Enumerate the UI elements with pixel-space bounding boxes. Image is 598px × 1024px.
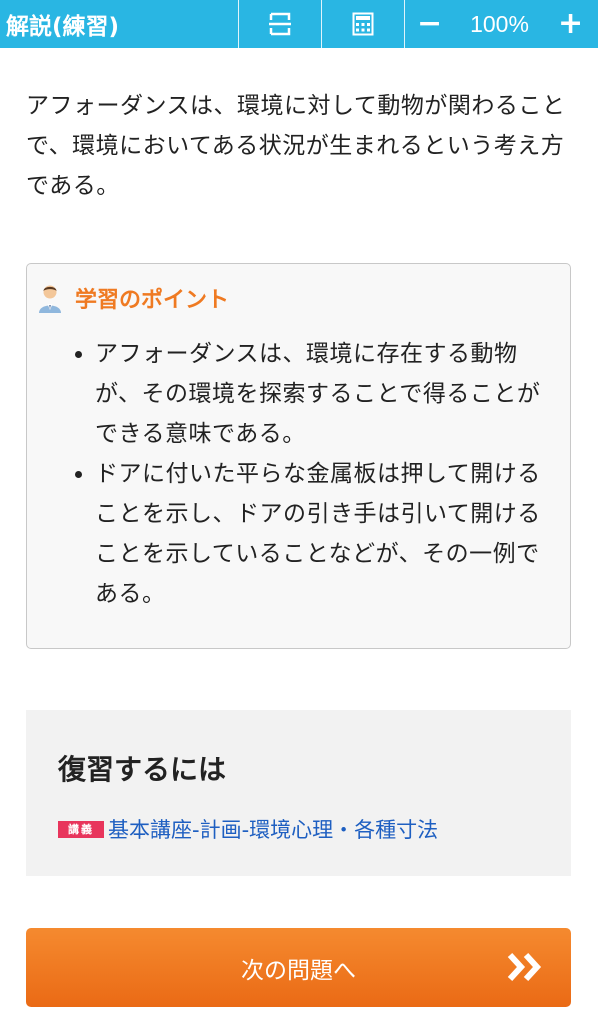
zoom-out-button[interactable]: − xyxy=(417,9,442,39)
zoom-in-button[interactable]: + xyxy=(558,9,583,39)
lecture-badge: 講義 xyxy=(58,820,104,838)
review-section: 復習するには 講義 基本講座-計画-環境心理・各種寸法 xyxy=(26,710,571,876)
next-question-label: 次の問題へ xyxy=(241,957,356,984)
layout-toggle-button[interactable] xyxy=(238,0,321,48)
review-link-row: 講義 基本講座-計画-環境心理・各種寸法 xyxy=(58,814,438,844)
lecture-link[interactable]: 基本講座-計画-環境心理・各種寸法 xyxy=(108,814,438,844)
review-heading: 復習するには xyxy=(58,753,227,786)
calculator-icon xyxy=(352,12,374,36)
page-title: 解説(練習) xyxy=(6,14,120,40)
top-bar: 解説(練習) − 100% + xyxy=(0,0,598,48)
double-chevron-right-icon xyxy=(507,952,542,982)
calculator-button[interactable] xyxy=(321,0,404,48)
next-question-button[interactable]: 次の問題へ xyxy=(26,928,571,1007)
learning-point-box: 学習のポイント アフォーダンスは、環境に存在する動物が、その環境を探索することで… xyxy=(26,263,571,649)
zoom-level: 100% xyxy=(470,10,529,37)
learning-point-list: アフォーダンスは、環境に存在する動物が、その環境を探索することで得ることができる… xyxy=(59,334,559,614)
teacher-icon xyxy=(39,285,61,313)
list-item: ドアに付いた平らな金属板は押して開けることを示し、ドアの引き手は引いて開けること… xyxy=(95,454,559,614)
learning-point-title: 学習のポイント xyxy=(75,288,230,313)
list-item: アフォーダンスは、環境に存在する動物が、その環境を探索することで得ることができる… xyxy=(95,334,559,454)
zoom-control: − 100% + xyxy=(404,0,598,48)
split-view-icon xyxy=(269,12,291,36)
learning-point-header: 学習のポイント xyxy=(35,282,229,314)
explanation-text: アフォーダンスは、環境に対して動物が関わることで、環境においてある状況が生まれる… xyxy=(26,93,566,199)
